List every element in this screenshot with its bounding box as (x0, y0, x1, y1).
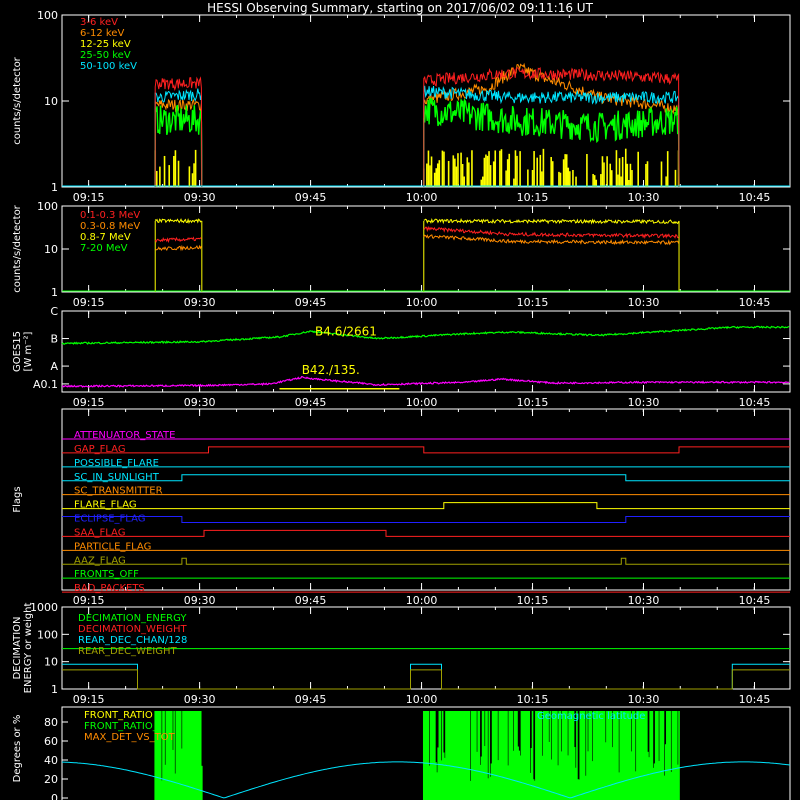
flags-time-label: 09:45 (295, 594, 327, 607)
ratios-legend-entry: FRONT_RATIO (84, 710, 153, 721)
goes-time-label: 10:30 (628, 396, 660, 409)
flag-label-sc_transmitter: SC_TRANSMITTER (74, 486, 163, 497)
flag-label-gap_flag: GAP_FLAG (74, 444, 126, 455)
flags-time-label: 10:00 (406, 594, 438, 607)
ratios-ytick-label: 60 (44, 735, 58, 748)
decimation-ylabel: ENERGY or weight (23, 603, 34, 694)
counts-lo-ytick-label: 10 (44, 95, 58, 108)
decimation-time-label: 09:45 (295, 693, 327, 706)
goes-annotation-short: B42./135. (302, 363, 360, 377)
counts-lo-ylabel: counts/s/detector (12, 56, 23, 144)
ratios-ytick-label: 40 (44, 754, 58, 767)
counts-hi-ytick-label: 100 (37, 200, 58, 213)
flags-time-label: 10:30 (628, 594, 660, 607)
decimation-legend-entry: DECIMATION_ENERGY (78, 613, 187, 624)
goes-time-label: 10:15 (517, 396, 549, 409)
flags-ylabel: Flags (12, 486, 23, 512)
counts-lo-time-label: 10:30 (628, 191, 660, 204)
counts-lo-time-label: 10:45 (739, 191, 771, 204)
flag-label-saa_flag: SAA_FLAG (74, 527, 125, 538)
counts-lo-legend-entry: 50-100 keV (80, 61, 137, 72)
counts-hi-legend-entry: 0.1-0.3 MeV (80, 210, 140, 221)
goes-time-label: 09:15 (73, 396, 105, 409)
decimation-time-label: 10:15 (517, 693, 549, 706)
ratios-legend-entry: FRONT_RATIO_ (84, 721, 159, 732)
counts-lo-ytick-label: 1 (51, 181, 58, 194)
counts-hi-time-label: 09:45 (295, 296, 327, 309)
flag-label-particle_flag: PARTICLE_FLAG (74, 541, 151, 552)
flag-label-sc_in_sunlight: SC_IN_SUNLIGHT (74, 472, 160, 483)
counts-lo-time-label: 09:30 (184, 191, 216, 204)
counts-lo-legend-entry: 6-12 keV (80, 28, 124, 39)
counts-lo-time-label: 09:45 (295, 191, 327, 204)
decimation-time-label: 10:30 (628, 693, 660, 706)
flag-label-eclipse_flag: ECLIPSE_FLAG (74, 514, 145, 525)
counts-lo-legend-entry: 3-6 keV (80, 17, 118, 28)
goes-time-label: 10:00 (406, 396, 438, 409)
flag-label-bad_packets: BAD_PACKETS (74, 583, 145, 594)
counts-hi-time-label: 10:30 (628, 296, 660, 309)
counts-hi-time-label: 09:15 (73, 296, 105, 309)
goes-ylabel: GOES15 (12, 331, 23, 372)
goes-ytick-label: B (50, 333, 58, 346)
counts-hi-time-label: 09:30 (184, 296, 216, 309)
counts-hi-legend-entry: 0.8-7 MeV (80, 232, 131, 243)
counts-lo-ytick-label: 100 (37, 9, 58, 22)
decimation-legend-entry: DECIMATION_WEIGHT (78, 624, 187, 635)
goes-ytick-label: A (50, 360, 58, 373)
counts-hi-time-label: 10:00 (406, 296, 438, 309)
decimation-legend-entry: REAR_DEC_WEIGHT (78, 646, 177, 657)
goes-ytick-label: C (50, 305, 58, 318)
decimation-ylabel: DECIMATION (12, 616, 23, 679)
decimation-ytick-label: 1000 (30, 601, 58, 614)
goes-annotation-long: B4.6/2661 (315, 324, 377, 338)
goes-time-label: 09:45 (295, 396, 327, 409)
counts-hi-ytick-label: 10 (44, 243, 58, 256)
ratios-geomagnetic-label: Geomagnetic latitude (537, 711, 645, 722)
figure-background (0, 0, 800, 800)
decimation-ytick-label: 100 (37, 628, 58, 641)
goes-time-label: 10:45 (739, 396, 771, 409)
goes-ylabel: [W m⁻²] (23, 331, 34, 371)
hessi-summary-figure: HESSI Observing Summary, starting on 201… (0, 0, 800, 800)
flag-label-fronts_off: FRONTS_OFF (74, 569, 139, 580)
decimation-ytick-label: 10 (44, 656, 58, 669)
flags-time-label: 09:30 (184, 594, 216, 607)
ratios-ytick-label: 0 (51, 792, 58, 800)
flag-label-flare_flag: FLARE_FLAG (74, 500, 137, 511)
ratios-ytick-label: 80 (44, 716, 58, 729)
counts-lo-time-label: 10:00 (406, 191, 438, 204)
decimation-ytick-label: 1 (51, 683, 58, 696)
counts-hi-time-label: 10:15 (517, 296, 549, 309)
counts-hi-legend-entry: 0.3-0.8 MeV (80, 221, 140, 232)
flag-label-attenuator_state: ATTENUATOR_STATE (74, 430, 175, 441)
decimation-time-label: 10:00 (406, 693, 438, 706)
counts-lo-time-label: 09:15 (73, 191, 105, 204)
ratios-legend-entry: MAX_DET_VS_TOT (84, 732, 176, 743)
counts-hi-time-label: 10:45 (739, 296, 771, 309)
flags-time-label: 10:15 (517, 594, 549, 607)
decimation-legend-entry: REAR_DEC_CHAN/128 (78, 635, 187, 646)
counts-hi-legend-entry: 7-20 MeV (80, 243, 128, 254)
flags-time-label: 10:45 (739, 594, 771, 607)
decimation-time-label: 09:15 (73, 693, 105, 706)
flag-label-possible_flare: POSSIBLE_FLARE (74, 458, 159, 469)
counts-lo-legend-entry: 25-50 keV (80, 50, 131, 61)
counts-hi-ytick-label: 1 (51, 286, 58, 299)
counts-lo-time-label: 10:15 (517, 191, 549, 204)
goes-ytick-label: A0.1 (33, 378, 58, 391)
flag-label-aaz_flag: AAZ_FLAG (74, 555, 126, 566)
decimation-time-label: 10:45 (739, 693, 771, 706)
flags-time-label: 09:15 (73, 594, 105, 607)
decimation-time-label: 09:30 (184, 693, 216, 706)
goes-time-label: 09:30 (184, 396, 216, 409)
figure-title: HESSI Observing Summary, starting on 201… (207, 1, 593, 15)
counts-lo-legend-entry: 12-25 keV (80, 39, 131, 50)
ratios-ytick-label: 20 (44, 773, 58, 786)
counts-hi-ylabel: counts/s/detector (12, 204, 23, 292)
ratios-ylabel: Degrees or % (12, 715, 23, 783)
